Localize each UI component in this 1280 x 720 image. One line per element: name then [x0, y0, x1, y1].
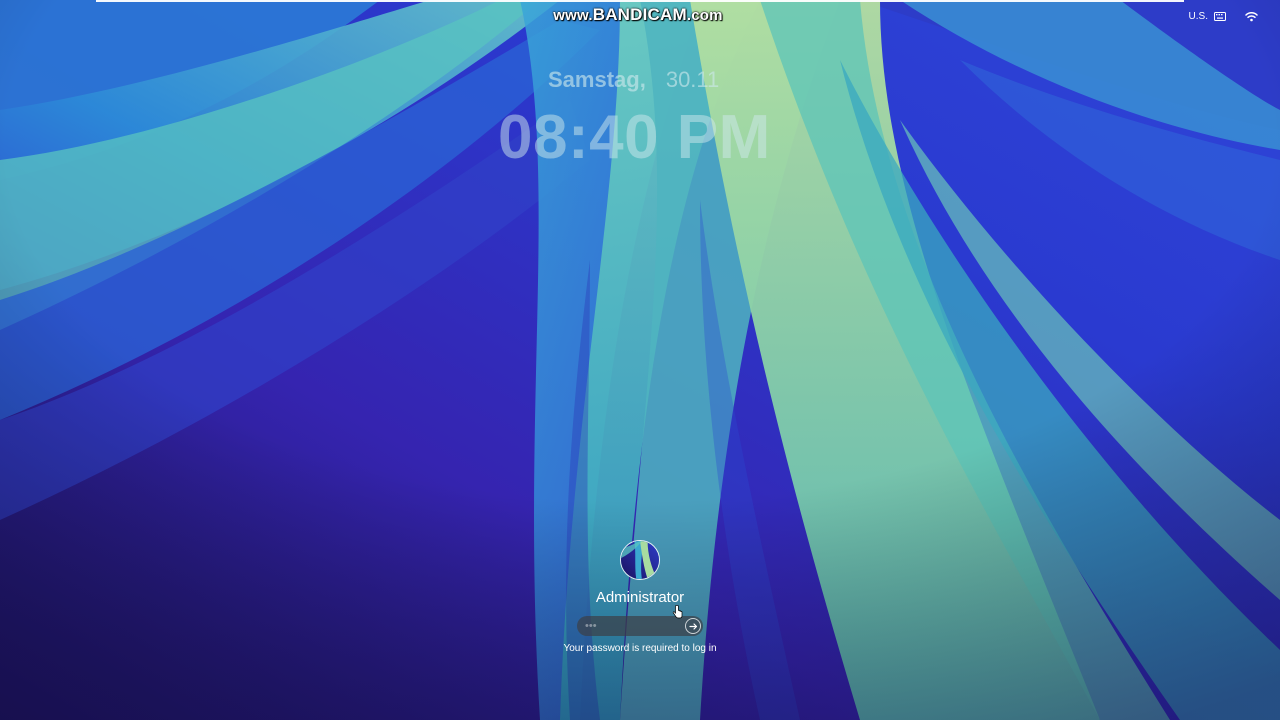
watermark-brand: BANDICAM [592, 5, 687, 24]
user-avatar[interactable] [620, 540, 660, 580]
arrow-right-circle-icon [688, 622, 697, 630]
date-label: 30.11 [665, 67, 720, 92]
mouse-pointer-icon [672, 605, 683, 619]
login-submit-button[interactable] [685, 618, 701, 634]
lock-screen-clock: 08:40 PM [498, 103, 771, 172]
password-input[interactable] [577, 616, 683, 636]
wifi-icon[interactable] [1245, 11, 1258, 22]
bandicam-watermark: www.BANDICAM.com [0, 5, 1276, 25]
avatar-image [621, 541, 659, 579]
login-panel: Administrator Your password is required … [560, 540, 720, 655]
password-row [577, 616, 703, 636]
watermark-prefix: www. [553, 7, 593, 24]
input-source-label[interactable]: U.S. [1189, 11, 1208, 22]
lock-screen-date: Samstag, 30.11 [548, 67, 719, 93]
password-hint: Your password is required to log in [563, 643, 717, 654]
menu-bar-status: U.S. [1189, 8, 1258, 24]
recording-indicator-bar [96, 0, 1184, 2]
weekday-label: Samstag, [548, 67, 646, 92]
username-label: Administrator [595, 589, 685, 606]
keyboard-icon[interactable] [1214, 11, 1226, 21]
watermark-suffix: .com [686, 7, 723, 24]
